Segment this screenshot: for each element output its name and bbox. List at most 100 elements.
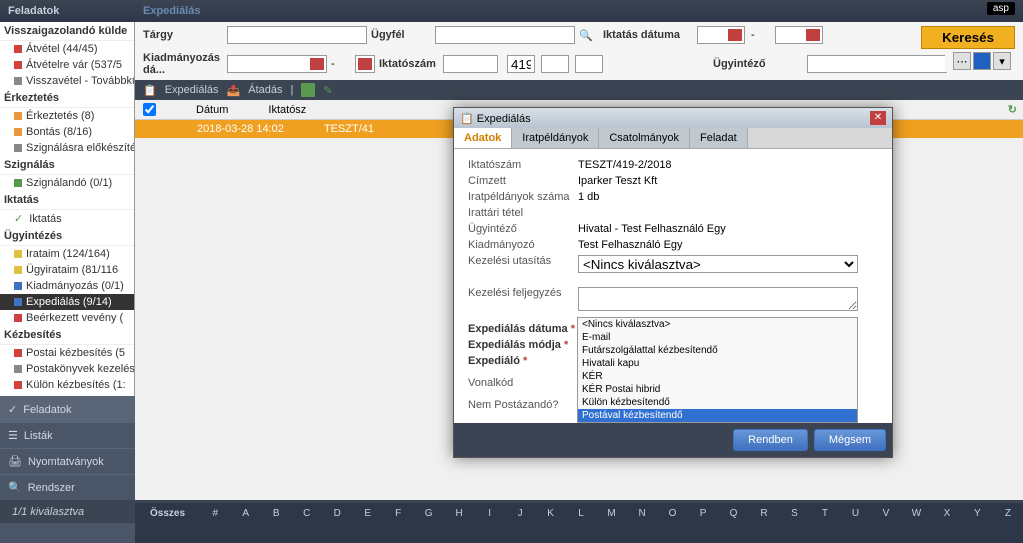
toolbar-btn-3[interactable]: ▾ bbox=[993, 52, 1011, 70]
alpha-item[interactable]: X bbox=[932, 508, 962, 519]
alpha-item[interactable]: O bbox=[657, 508, 687, 519]
sidebar-item[interactable]: Irataim (124/164) bbox=[0, 246, 134, 262]
band-expedialas[interactable]: Expediálás bbox=[165, 84, 219, 96]
alpha-item[interactable]: I bbox=[474, 508, 504, 519]
cancel-button[interactable]: Mégsem bbox=[814, 429, 886, 451]
alpha-item[interactable]: F bbox=[383, 508, 413, 519]
alpha-item[interactable]: Összes bbox=[135, 508, 200, 519]
alpha-item[interactable]: V bbox=[871, 508, 901, 519]
filter-input-ugyintezo[interactable] bbox=[807, 55, 947, 73]
lookup-icon[interactable]: 🔍 bbox=[579, 29, 599, 42]
alpha-item[interactable]: D bbox=[322, 508, 352, 519]
date2-to[interactable] bbox=[355, 55, 375, 73]
save-button[interactable] bbox=[973, 52, 991, 70]
textarea-kezelesi-feljegyzes[interactable] bbox=[578, 287, 858, 311]
date-from[interactable] bbox=[697, 26, 745, 44]
sidebar-section[interactable]: Ügyintézés bbox=[0, 227, 134, 246]
bottom-tab[interactable]: ☰Listák bbox=[0, 422, 135, 448]
alpha-item[interactable]: # bbox=[200, 508, 230, 519]
sidebar-item[interactable]: Expediálás (9/14) bbox=[0, 294, 134, 310]
alpha-item[interactable]: P bbox=[688, 508, 718, 519]
sidebar-item[interactable]: Ügyirataim (81/116 bbox=[0, 262, 134, 278]
sidebar-item[interactable]: Visszavétel - Továbbkü bbox=[0, 73, 134, 89]
sidebar-item[interactable]: Szignálandó (0/1) bbox=[0, 175, 134, 191]
alpha-item[interactable]: C bbox=[291, 508, 321, 519]
alpha-item[interactable]: S bbox=[779, 508, 809, 519]
search-button[interactable]: Keresés bbox=[921, 26, 1015, 49]
sidebar-item[interactable]: Érkeztetés (8) bbox=[0, 108, 134, 124]
filter-input-iktatoszam-4[interactable] bbox=[575, 55, 603, 73]
alpha-item[interactable]: J bbox=[505, 508, 535, 519]
filter-input-iktatoszam-1[interactable] bbox=[443, 55, 498, 73]
select-kezelesi-utasitas[interactable]: <Nincs kiválasztva> bbox=[578, 255, 858, 273]
alpha-item[interactable]: T bbox=[810, 508, 840, 519]
filter-input-iktatoszam-3[interactable] bbox=[541, 55, 569, 73]
dropdown-item[interactable]: E-mail bbox=[578, 331, 857, 344]
filter-input-targy[interactable] bbox=[227, 26, 367, 44]
sidebar-item[interactable]: Átvétel (44/45) bbox=[0, 41, 134, 57]
sidebar-item[interactable]: ✓Iktatás bbox=[0, 210, 134, 227]
grid-head-iktatoszam[interactable]: Iktatósz bbox=[268, 104, 306, 116]
sidebar-item[interactable]: Bontás (8/16) bbox=[0, 124, 134, 140]
status-square-icon bbox=[14, 314, 22, 322]
dropdown-item[interactable]: KÉR bbox=[578, 370, 857, 383]
sidebar-section[interactable]: Szignálás bbox=[0, 156, 134, 175]
tab-adatok[interactable]: Adatok bbox=[454, 128, 512, 148]
alpha-item[interactable]: Q bbox=[718, 508, 748, 519]
date-to[interactable] bbox=[775, 26, 823, 44]
close-icon[interactable]: ✕ bbox=[870, 111, 886, 125]
alpha-bar: Összes#ABCDEFGHIJKLMNOPQRSTUVWXYZ bbox=[135, 503, 1023, 523]
sidebar-item[interactable]: Átvételre vár (537/5 bbox=[0, 57, 134, 73]
refresh-icon[interactable]: ↻ bbox=[1008, 103, 1017, 116]
dropdown-item[interactable]: <Nincs kiválasztva> bbox=[578, 318, 857, 331]
filter-input-iktatoszam-2[interactable] bbox=[507, 55, 535, 73]
alpha-item[interactable]: E bbox=[352, 508, 382, 519]
dropdown-item[interactable]: Futárszolgálattal kézbesítendő bbox=[578, 344, 857, 357]
sidebar-item[interactable]: Szignálásra előkészítés bbox=[0, 140, 134, 156]
tab-label: Feladatok bbox=[23, 404, 71, 416]
sidebar-item[interactable]: Külön kézbesítés (1: bbox=[0, 377, 134, 393]
filter-input-ugyfel[interactable] bbox=[435, 26, 575, 44]
alpha-item[interactable]: Z bbox=[993, 508, 1023, 519]
bottom-tab[interactable]: 🖨Nyomtatványok bbox=[0, 448, 135, 474]
toolbar-btn-1[interactable]: ⋯ bbox=[953, 52, 971, 70]
alpha-item[interactable]: W bbox=[901, 508, 931, 519]
alpha-item[interactable]: N bbox=[627, 508, 657, 519]
band-atadas[interactable]: Átadás bbox=[248, 84, 282, 96]
grid-head-datum[interactable]: Dátum bbox=[196, 104, 228, 116]
band-icon4[interactable]: ✎ bbox=[323, 84, 332, 97]
sidebar-item[interactable]: Kiadmányozás (0/1) bbox=[0, 278, 134, 294]
ok-button[interactable]: Rendben bbox=[733, 429, 808, 451]
sidebar-section[interactable]: Kézbesítés bbox=[0, 326, 134, 345]
alpha-item[interactable]: G bbox=[413, 508, 443, 519]
sidebar-item[interactable]: Postakönyvek kezelés bbox=[0, 361, 134, 377]
sidebar-section[interactable]: Visszaigazolandó külde bbox=[0, 22, 134, 41]
sidebar-section[interactable]: Érkeztetés bbox=[0, 89, 134, 108]
dropdown-item[interactable]: Külön kézbesítendő bbox=[578, 396, 857, 409]
tab-feladat[interactable]: Feladat bbox=[690, 128, 748, 148]
alpha-item[interactable]: L bbox=[566, 508, 596, 519]
sidebar-item[interactable]: Beérkezett vevény ( bbox=[0, 310, 134, 326]
dropdown-item[interactable]: KÉR Postai hibrid bbox=[578, 383, 857, 396]
bottom-tab[interactable]: ✓Feladatok bbox=[0, 396, 135, 422]
dropdown-item[interactable]: Hivatali kapu bbox=[578, 357, 857, 370]
alpha-item[interactable]: K bbox=[535, 508, 565, 519]
dropdown-item[interactable]: Postával kézbesítendő bbox=[578, 409, 857, 422]
alpha-item[interactable]: B bbox=[261, 508, 291, 519]
tab-csatolmanyok[interactable]: Csatolmányok bbox=[599, 128, 690, 148]
alpha-item[interactable]: A bbox=[231, 508, 261, 519]
alpha-item[interactable]: H bbox=[444, 508, 474, 519]
modal-expedialas: 📋 Expediálás ✕ Adatok Iratpéldányok Csat… bbox=[453, 107, 893, 458]
grid-head-checkbox[interactable] bbox=[143, 103, 156, 116]
sidebar-section[interactable]: Iktatás bbox=[0, 191, 134, 210]
date2-from[interactable] bbox=[227, 55, 327, 73]
alpha-item[interactable]: Y bbox=[962, 508, 992, 519]
alpha-item[interactable]: M bbox=[596, 508, 626, 519]
sidebar-item[interactable]: Postai kézbesítés (5 bbox=[0, 345, 134, 361]
band-icon3[interactable] bbox=[301, 83, 315, 97]
bottom-tab[interactable]: 🔍Rendszer bbox=[0, 474, 135, 500]
alpha-item[interactable]: U bbox=[840, 508, 870, 519]
alpha-item[interactable]: R bbox=[749, 508, 779, 519]
toolbar: ⋯ ▾ bbox=[945, 50, 1019, 72]
tab-iratpeldanyok[interactable]: Iratpéldányok bbox=[512, 128, 599, 148]
